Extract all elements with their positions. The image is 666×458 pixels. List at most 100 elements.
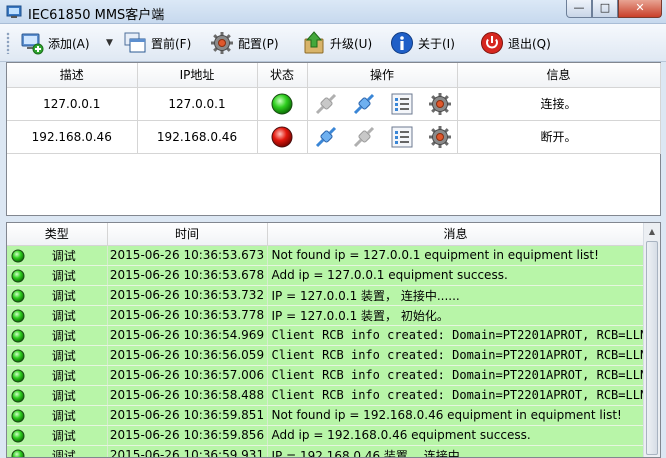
log-type-label: 调试 (51, 348, 76, 363)
log-row[interactable]: 调试 2015-06-26 10:36:59.851 Not found ip = … (7, 405, 645, 426)
config-label: 配置(P) (238, 36, 279, 51)
status-ok-icon (11, 389, 25, 402)
log-type-label: 调试 (51, 428, 76, 443)
front-button[interactable]: 置前(F) (123, 30, 191, 56)
close-button[interactable]: ✕ (618, 0, 662, 18)
info-icon (391, 32, 413, 54)
log-type: 调试 (7, 345, 108, 366)
add-device-icon (21, 33, 44, 55)
device-status (257, 120, 308, 154)
log-message: IP = 192.168.0.46 装置， 连接中...... (267, 445, 645, 457)
front-label: 置前(F) (151, 36, 192, 51)
status-ok-icon (11, 349, 25, 362)
log-row[interactable]: 调试 2015-06-26 10:36:57.006 Client RCB info… (7, 365, 645, 386)
add-dropdown-arrow-icon[interactable]: ▼ (106, 38, 113, 48)
column-header-message[interactable]: 消息 (267, 223, 645, 246)
settings-gear-icon[interactable] (428, 92, 452, 116)
log-type-label: 调试 (51, 448, 76, 458)
log-type: 调试 (7, 285, 108, 306)
config-button[interactable]: 配置(P) (210, 30, 279, 56)
add-button[interactable]: 添加(A) (20, 30, 90, 56)
log-type: 调试 (7, 405, 108, 426)
log-row[interactable]: 调试 2015-06-26 10:36:53.778 IP = 127.0.0.1 … (7, 305, 645, 326)
log-type-label: 调试 (51, 288, 76, 303)
device-row[interactable]: 127.0.0.1 127.0.0.1 连接。 (7, 87, 661, 121)
log-time: 2015-06-26 10:36:56.059 (107, 345, 268, 366)
log-message: Add ip = 127.0.0.1 equipment success. (267, 265, 645, 286)
status-connected-icon (271, 93, 293, 114)
log-type-label: 调试 (51, 388, 76, 403)
device-table: 描述 IP地址 状态 操作 信息 127.0.0.1 127.0.0.1 连接。… (7, 63, 661, 154)
status-ok-icon (11, 269, 25, 282)
device-operations (307, 120, 458, 154)
device-description: 192.168.0.46 (7, 120, 138, 154)
column-header-description[interactable]: 描述 (7, 63, 138, 88)
upgrade-button[interactable]: 升级(U) (302, 30, 372, 56)
log-type: 调试 (7, 445, 108, 458)
device-info: 连接。 (457, 87, 661, 121)
disconnect-disabled-icon[interactable] (352, 125, 376, 149)
status-ok-icon (11, 249, 25, 262)
exit-button[interactable]: 退出(Q) (480, 30, 551, 56)
log-time: 2015-06-26 10:36:54.969 (107, 325, 268, 346)
toolbar-grip[interactable] (6, 32, 10, 54)
status-ok-icon (11, 289, 25, 302)
log-type: 调试 (7, 365, 108, 386)
log-type: 调试 (7, 325, 108, 346)
log-message: Client RCB info created: Domain=PT2201AP… (267, 325, 645, 346)
connect-disabled-icon[interactable] (314, 92, 338, 116)
connect-icon[interactable] (314, 125, 338, 149)
status-ok-icon (11, 369, 25, 382)
close-icon: ✕ (635, 1, 645, 14)
log-time: 2015-06-26 10:36:59.856 (107, 425, 268, 446)
log-row[interactable]: 调试 2015-06-26 10:36:58.488 Client RCB info… (7, 385, 645, 406)
scroll-up-icon[interactable]: ▲ (644, 223, 660, 240)
column-header-status[interactable]: 状态 (257, 63, 308, 88)
log-type: 调试 (7, 385, 108, 406)
column-header-operations[interactable]: 操作 (307, 63, 458, 88)
details-list-icon[interactable] (390, 92, 414, 116)
add-label: 添加(A) (48, 36, 90, 51)
log-time: 2015-06-26 10:36:53.678 (107, 265, 268, 286)
column-header-info[interactable]: 信息 (457, 63, 661, 88)
settings-gear-icon[interactable] (428, 125, 452, 149)
status-ok-icon (11, 329, 25, 342)
log-message: IP = 127.0.0.1 装置， 初始化。 (267, 305, 645, 326)
log-type-label: 调试 (51, 368, 76, 383)
log-message: IP = 127.0.0.1 装置， 连接中...... (267, 285, 645, 306)
log-type: 调试 (7, 305, 108, 326)
about-button[interactable]: 关于(I) (390, 30, 455, 56)
scrollbar-thumb[interactable] (646, 241, 658, 455)
log-scrollbar[interactable]: ▲ (643, 223, 660, 457)
maximize-icon: □ (599, 1, 611, 14)
log-table: 类型 时间 消息 调试 2015-06-26 10:36:53.673 Not fo… (7, 223, 645, 458)
log-row[interactable]: 调试 2015-06-26 10:36:59.931 IP = 192.168.0.… (7, 445, 645, 458)
upgrade-icon (304, 31, 324, 54)
log-time: 2015-06-26 10:36:53.673 (107, 245, 268, 266)
column-header-time[interactable]: 时间 (107, 223, 268, 246)
log-row[interactable]: 调试 2015-06-26 10:36:54.969 Client RCB info… (7, 325, 645, 346)
title-bar[interactable]: IEC61850 MMS客户端 — □ ✕ (0, 0, 666, 24)
details-list-icon[interactable] (390, 125, 414, 149)
app-icon (6, 5, 22, 18)
maximize-button[interactable]: □ (592, 0, 618, 18)
minimize-button[interactable]: — (566, 0, 592, 18)
log-time: 2015-06-26 10:36:53.778 (107, 305, 268, 326)
exit-label: 退出(Q) (508, 36, 551, 51)
log-row[interactable]: 调试 2015-06-26 10:36:59.856 Add ip = 192.16… (7, 425, 645, 446)
log-message: Client RCB info created: Domain=PT2201AP… (267, 365, 645, 386)
log-row[interactable]: 调试 2015-06-26 10:36:53.673 Not found ip = … (7, 245, 645, 266)
log-time: 2015-06-26 10:36:59.851 (107, 405, 268, 426)
log-type-label: 调试 (51, 308, 76, 323)
minimize-icon: — (573, 1, 585, 14)
device-row[interactable]: 192.168.0.46 192.168.0.46 断开。 (7, 120, 661, 154)
column-header-ip[interactable]: IP地址 (137, 63, 258, 88)
log-type-label: 调试 (51, 268, 76, 283)
column-header-type[interactable]: 类型 (7, 223, 108, 246)
log-row[interactable]: 调试 2015-06-26 10:36:56.059 Client RCB info… (7, 345, 645, 366)
disconnect-icon[interactable] (352, 92, 376, 116)
log-type: 调试 (7, 425, 108, 446)
log-row[interactable]: 调试 2015-06-26 10:36:53.678 Add ip = 127.0.… (7, 265, 645, 286)
log-type: 调试 (7, 265, 108, 286)
log-row[interactable]: 调试 2015-06-26 10:36:53.732 IP = 127.0.0.1 … (7, 285, 645, 306)
